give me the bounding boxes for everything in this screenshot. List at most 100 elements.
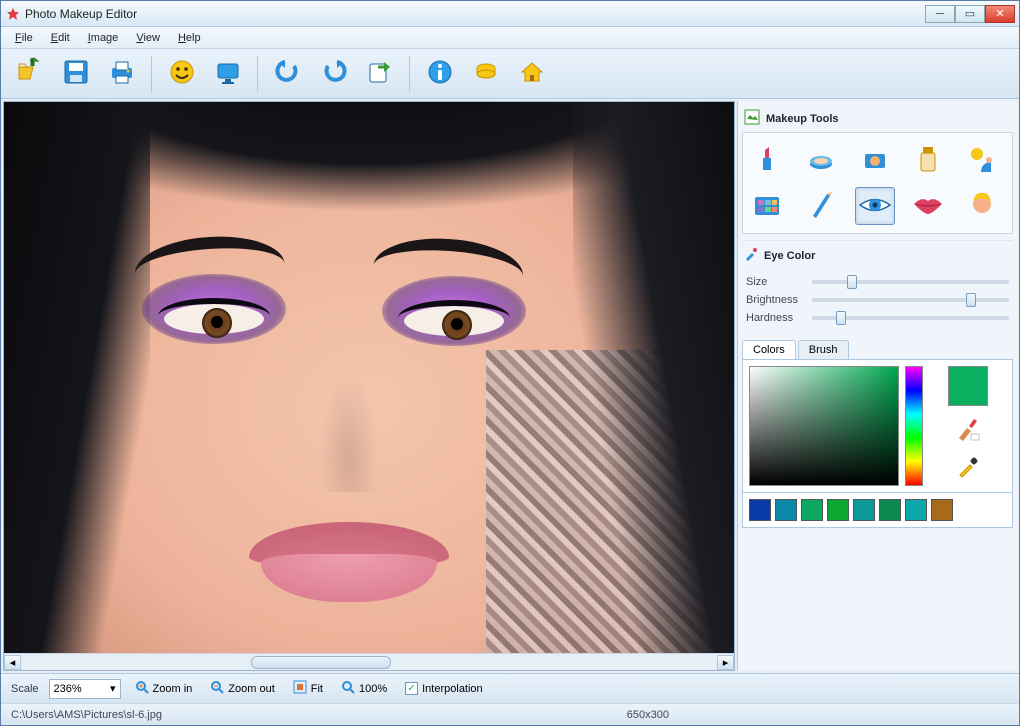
lipstick-icon	[754, 144, 780, 177]
tool-lips[interactable]	[908, 187, 948, 225]
menu-file[interactable]: File	[7, 30, 41, 46]
saturation-value-box[interactable]	[749, 366, 899, 486]
scale-combobox[interactable]: 236% ▾	[49, 679, 121, 699]
toolbar-export[interactable]	[359, 53, 401, 95]
slider-brightness: Brightness	[746, 294, 1009, 306]
export-icon	[366, 58, 394, 89]
eyedropper-icon[interactable]	[956, 455, 980, 482]
image-canvas[interactable]	[4, 102, 734, 653]
foundation-icon	[915, 143, 941, 178]
redo-icon	[320, 58, 348, 89]
scroll-thumb[interactable]	[251, 656, 391, 669]
swatch-0[interactable]	[749, 499, 771, 521]
apply-brush-icon[interactable]	[955, 416, 981, 445]
menubar: File Edit Image View Help	[1, 27, 1019, 49]
toolbar-print[interactable]	[101, 53, 143, 95]
hundred-label: 100%	[359, 683, 387, 695]
lips-icon	[912, 194, 944, 219]
display-icon	[214, 58, 242, 89]
save-icon	[62, 58, 90, 89]
tab-brush[interactable]: Brush	[798, 340, 849, 359]
tool-tan[interactable]	[962, 141, 1002, 179]
smile-icon	[168, 58, 196, 89]
toolbar-buy[interactable]	[465, 53, 507, 95]
hue-slider[interactable]	[905, 366, 923, 486]
tool-foundation[interactable]	[908, 141, 948, 179]
slider-hardness-track[interactable]	[812, 316, 1009, 320]
color-swatches	[742, 493, 1013, 528]
toolbar-save[interactable]	[55, 53, 97, 95]
interpolation-label: Interpolation	[422, 683, 483, 695]
swatch-3[interactable]	[827, 499, 849, 521]
eyecolor-sliders: Size Brightness Hardness	[742, 268, 1013, 332]
app-title: Photo Makeup Editor	[25, 7, 925, 21]
fit-icon	[293, 680, 307, 697]
fit-button[interactable]: Fit	[289, 678, 327, 699]
toolbar-home[interactable]	[511, 53, 553, 95]
slider-size-track[interactable]	[812, 280, 1009, 284]
tan-icon	[967, 144, 997, 177]
canvas-container: ◂ ▸	[3, 101, 735, 671]
eyeliner-icon	[807, 190, 835, 223]
swatch-4[interactable]	[853, 499, 875, 521]
scroll-right-arrow[interactable]: ▸	[717, 655, 734, 670]
menu-image[interactable]: Image	[80, 30, 127, 46]
tool-eyecolor[interactable]	[855, 187, 895, 225]
toolbar-effects[interactable]	[161, 53, 203, 95]
open-icon	[15, 57, 45, 90]
swatch-2[interactable]	[801, 499, 823, 521]
hundred-button[interactable]: 100%	[337, 678, 391, 699]
fit-label: Fit	[311, 683, 323, 695]
zoom-out-button[interactable]: Zoom out	[206, 678, 278, 699]
main-toolbar	[1, 49, 1019, 99]
zoom-in-button[interactable]: Zoom in	[131, 678, 197, 699]
minimize-button[interactable]: ─	[925, 5, 955, 23]
toolbar-open[interactable]	[9, 53, 51, 95]
tool-rouge[interactable]	[855, 141, 895, 179]
close-button[interactable]: ✕	[985, 5, 1015, 23]
makeup-tools-grid	[742, 132, 1013, 234]
color-picker	[742, 360, 1013, 493]
swatch-6[interactable]	[905, 499, 927, 521]
hair-icon	[968, 190, 996, 223]
tool-powder[interactable]	[801, 141, 841, 179]
maximize-button[interactable]: ▭	[955, 5, 985, 23]
slider-brightness-thumb[interactable]	[966, 293, 976, 307]
toolbar-redo[interactable]	[313, 53, 355, 95]
eyecolor-title: Eye Color	[764, 250, 815, 262]
slider-hardness-label: Hardness	[746, 312, 806, 324]
tool-eyeshadow[interactable]	[747, 187, 787, 225]
slider-hardness-thumb[interactable]	[836, 311, 846, 325]
toolbar-separator	[409, 56, 411, 92]
tool-lipstick[interactable]	[747, 141, 787, 179]
eyecolor-header: Eye Color	[742, 240, 1013, 268]
scroll-left-arrow[interactable]: ◂	[4, 655, 21, 670]
menu-view[interactable]: View	[128, 30, 168, 46]
zoom-in-icon	[135, 680, 149, 697]
eye-icon	[858, 194, 892, 219]
menu-help[interactable]: Help	[170, 30, 209, 46]
slider-size-thumb[interactable]	[847, 275, 857, 289]
rouge-icon	[860, 144, 890, 177]
scale-value: 236%	[54, 683, 82, 695]
color-tabs: Colors Brush	[742, 340, 1013, 360]
horizontal-scrollbar[interactable]: ◂ ▸	[4, 653, 734, 670]
slider-brightness-label: Brightness	[746, 294, 806, 306]
swatch-5[interactable]	[879, 499, 901, 521]
toolbar-screen[interactable]	[207, 53, 249, 95]
eyeshadow-icon	[752, 191, 782, 222]
zoom-statusbar: Scale 236% ▾ Zoom in Zoom out Fit 100% ✓…	[1, 673, 1019, 703]
tab-colors[interactable]: Colors	[742, 340, 796, 359]
swatch-7[interactable]	[931, 499, 953, 521]
photo-content	[4, 102, 734, 653]
zoom-out-icon	[210, 680, 224, 697]
toolbar-info[interactable]	[419, 53, 461, 95]
swatch-1[interactable]	[775, 499, 797, 521]
menu-edit[interactable]: Edit	[43, 30, 78, 46]
tool-hair[interactable]	[962, 187, 1002, 225]
interpolation-checkbox[interactable]: ✓Interpolation	[401, 680, 487, 697]
slider-brightness-track[interactable]	[812, 298, 1009, 302]
makeup-tools-header: Makeup Tools	[742, 105, 1013, 132]
toolbar-undo[interactable]	[267, 53, 309, 95]
tool-eyeliner[interactable]	[801, 187, 841, 225]
